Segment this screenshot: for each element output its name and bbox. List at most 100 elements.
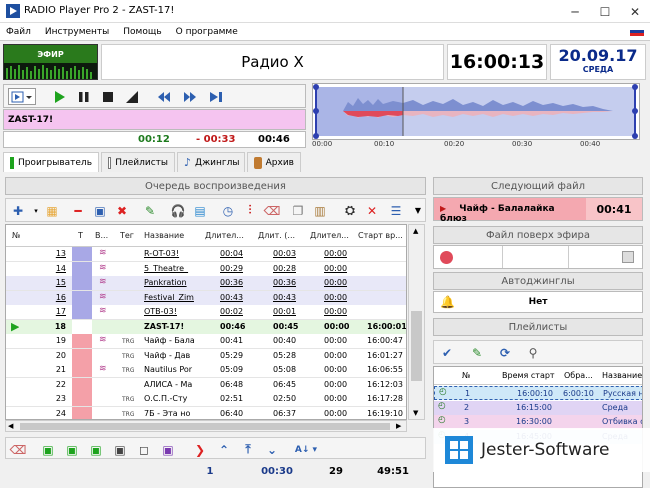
list-item[interactable]: ◴ 3 16:30:00 Отбивка с (434, 415, 642, 429)
tab-player[interactable]: Проигрыватель (3, 152, 99, 172)
column-header[interactable]: Старт вр... (358, 231, 406, 240)
tab-playlists[interactable]: Плейлисты (101, 152, 175, 172)
move-top-icon[interactable]: ⤒ (239, 441, 257, 458)
list-options-icon[interactable]: ☰ (387, 202, 405, 219)
table-row[interactable]: 21 ≋ TRG Nautilus Por 05:09 05:08 00:00 16:06:5… (6, 363, 406, 378)
table-row[interactable]: 16 ≋ Festival_Zim 00:43 00:43 00:00 (6, 290, 406, 306)
edit-icon[interactable]: ✎ (141, 202, 159, 219)
speaker-icon[interactable] (440, 251, 453, 264)
scroll-thumb[interactable] (411, 311, 422, 381)
list-item[interactable]: ◴ 2 16:15:00 Среда (434, 400, 642, 415)
table-row[interactable]: 13 ≋ R-OT-03! 00:04 00:03 00:00 (6, 247, 406, 262)
arrow-right-icon[interactable]: ❯ (191, 441, 209, 458)
eraser-icon[interactable]: ⌫ (263, 202, 281, 219)
edit-icon[interactable]: ✎ (468, 344, 486, 361)
column-header[interactable]: № (12, 231, 20, 240)
language-flag-icon[interactable] (630, 27, 644, 36)
scroll-left-icon[interactable]: ◀ (8, 422, 13, 430)
status-selected-duration: 00:30 (261, 466, 293, 477)
column-header[interactable]: Длит. (... (258, 231, 304, 240)
scroll-right-icon[interactable]: ▶ (396, 422, 401, 430)
player-mode-button[interactable] (8, 88, 36, 105)
table-row[interactable]: 19 ≋ TRG Чайф - Бала 00:41 00:40 00:00 16:00:47 (6, 334, 406, 349)
paste-icon[interactable]: ▥ (311, 202, 329, 219)
horizontal-scrollbar[interactable]: ◀ ▶ (5, 420, 407, 432)
delete-icon[interactable]: ✖ (113, 202, 131, 219)
menu-file[interactable]: Файл (6, 27, 31, 37)
search-icon[interactable]: ⚲ (524, 344, 542, 361)
cell-name: Русская н (603, 389, 643, 398)
play-icon[interactable] (50, 88, 70, 105)
checkmark-icon[interactable]: ✔ (438, 344, 456, 361)
refresh-icon[interactable]: ⟳ (496, 344, 514, 361)
list-item[interactable]: ◴ 1 16:00:10 6:00:10 Русская н (434, 386, 643, 400)
next-track-icon[interactable] (206, 88, 226, 105)
hscroll-thumb[interactable] (20, 423, 390, 430)
column-header[interactable]: В... (95, 231, 115, 240)
equalizer-icon[interactable]: ⫶ (241, 202, 259, 219)
column-header[interactable]: Название (144, 231, 194, 240)
table-row[interactable]: 24 TRG 7Б - Эта но 06:40 06:37 00:00 16:19:10 (6, 406, 406, 419)
pause-mark-icon[interactable]: ▣ (111, 441, 129, 458)
green-loop-icon[interactable]: ▣ (39, 441, 57, 458)
scroll-up-icon[interactable]: ▲ (413, 227, 418, 235)
cell-start-time: 16:01:27 (367, 350, 403, 360)
fade-stop-icon[interactable] (122, 88, 142, 105)
waveform[interactable] (312, 83, 640, 140)
sort-icon[interactable]: A↓ ▾ (291, 441, 321, 458)
comment-icon[interactable]: ▤ (191, 202, 209, 219)
clock-icon[interactable]: ◷ (219, 202, 237, 219)
column-header[interactable]: Т (78, 231, 83, 240)
add-icon[interactable]: ✚ (9, 202, 27, 219)
menu-about[interactable]: О программе (176, 27, 238, 37)
menu-help[interactable]: Помощь (123, 27, 161, 37)
autojingles-row[interactable]: 🔔 Нет (433, 291, 643, 313)
scroll-down-icon[interactable]: ▼ (413, 409, 418, 417)
table-row[interactable]: 23 TRG О.С.П.-Сту 02:51 02:50 00:00 16:17:28 (6, 392, 406, 407)
overlay-stop-icon[interactable] (622, 251, 634, 263)
table-row[interactable]: 17 ≋ OTB-03! 00:02 00:01 00:00 (6, 305, 406, 320)
pause-icon[interactable] (74, 88, 94, 105)
green-action-icon[interactable]: ▣ (63, 441, 81, 458)
table-row[interactable]: 22 АЛИСА - Ма 06:48 06:45 00:00 16:12:03 (6, 377, 406, 393)
move-down-icon[interactable]: ⌄ (263, 441, 281, 458)
table-row[interactable]: 14 ≋ 5_Theatre_ 00:29 00:28 00:00 (6, 261, 406, 277)
clear-filter-icon[interactable]: ✕ (363, 202, 381, 219)
cell-type-color (72, 406, 92, 419)
column-header[interactable]: Название (602, 371, 642, 380)
menu-tools[interactable]: Инструменты (45, 27, 109, 37)
maximize-icon[interactable]: ☐ (590, 0, 620, 23)
vertical-scrollbar[interactable]: ▲ ▼ (408, 224, 425, 420)
stop-mark-icon[interactable]: ◻ (135, 441, 153, 458)
next-file[interactable]: ▶ Чайф - Балалайка блюз 00:41 (433, 197, 643, 224)
column-header[interactable]: Обра... (564, 371, 593, 380)
table-row[interactable]: 15 ≋ Pankration 00:36 00:36 00:00 (6, 276, 406, 291)
save-icon[interactable]: ▣ (91, 202, 109, 219)
table-row[interactable]: 20 TRG Чайф - Дав 05:29 05:28 00:00 16:01:27 (6, 348, 406, 364)
headphones-icon[interactable]: 🎧 (169, 202, 187, 219)
eraser-icon[interactable]: ⌫ (9, 441, 27, 458)
overlay-file[interactable] (433, 245, 643, 269)
column-header[interactable]: Длител... (310, 231, 354, 240)
tab-archive[interactable]: Архив (247, 152, 301, 172)
table-row[interactable]: ▶ 18 ZAST-17! 00:46 00:45 00:00 16:00:01 (6, 319, 406, 335)
filter-icon[interactable]: ⛭ (341, 202, 359, 219)
column-header[interactable]: Тег (120, 231, 134, 240)
close-icon[interactable]: ✕ (620, 0, 650, 23)
copy-icon[interactable]: ❐ (289, 202, 307, 219)
stop-icon[interactable] (98, 88, 118, 105)
column-header[interactable]: Длител... (205, 231, 251, 240)
column-header[interactable]: № (462, 371, 470, 380)
minimize-icon[interactable]: ─ (560, 0, 590, 23)
remove-icon[interactable]: ━ (69, 202, 87, 219)
purple-mark-icon[interactable]: ▣ (159, 441, 177, 458)
green-step-icon[interactable]: ▣ (87, 441, 105, 458)
insert-icon[interactable]: ▦ (43, 202, 61, 219)
rewind-icon[interactable] (154, 88, 174, 105)
toolbar-dropdown-icon[interactable]: ▼ (409, 202, 427, 219)
cell-tag: TRG (122, 410, 135, 418)
tab-jingles[interactable]: ♪ Джинглы (177, 152, 245, 172)
move-up-icon[interactable]: ⌃ (215, 441, 233, 458)
fast-forward-icon[interactable] (180, 88, 200, 105)
column-header[interactable]: Время старт (502, 371, 555, 380)
